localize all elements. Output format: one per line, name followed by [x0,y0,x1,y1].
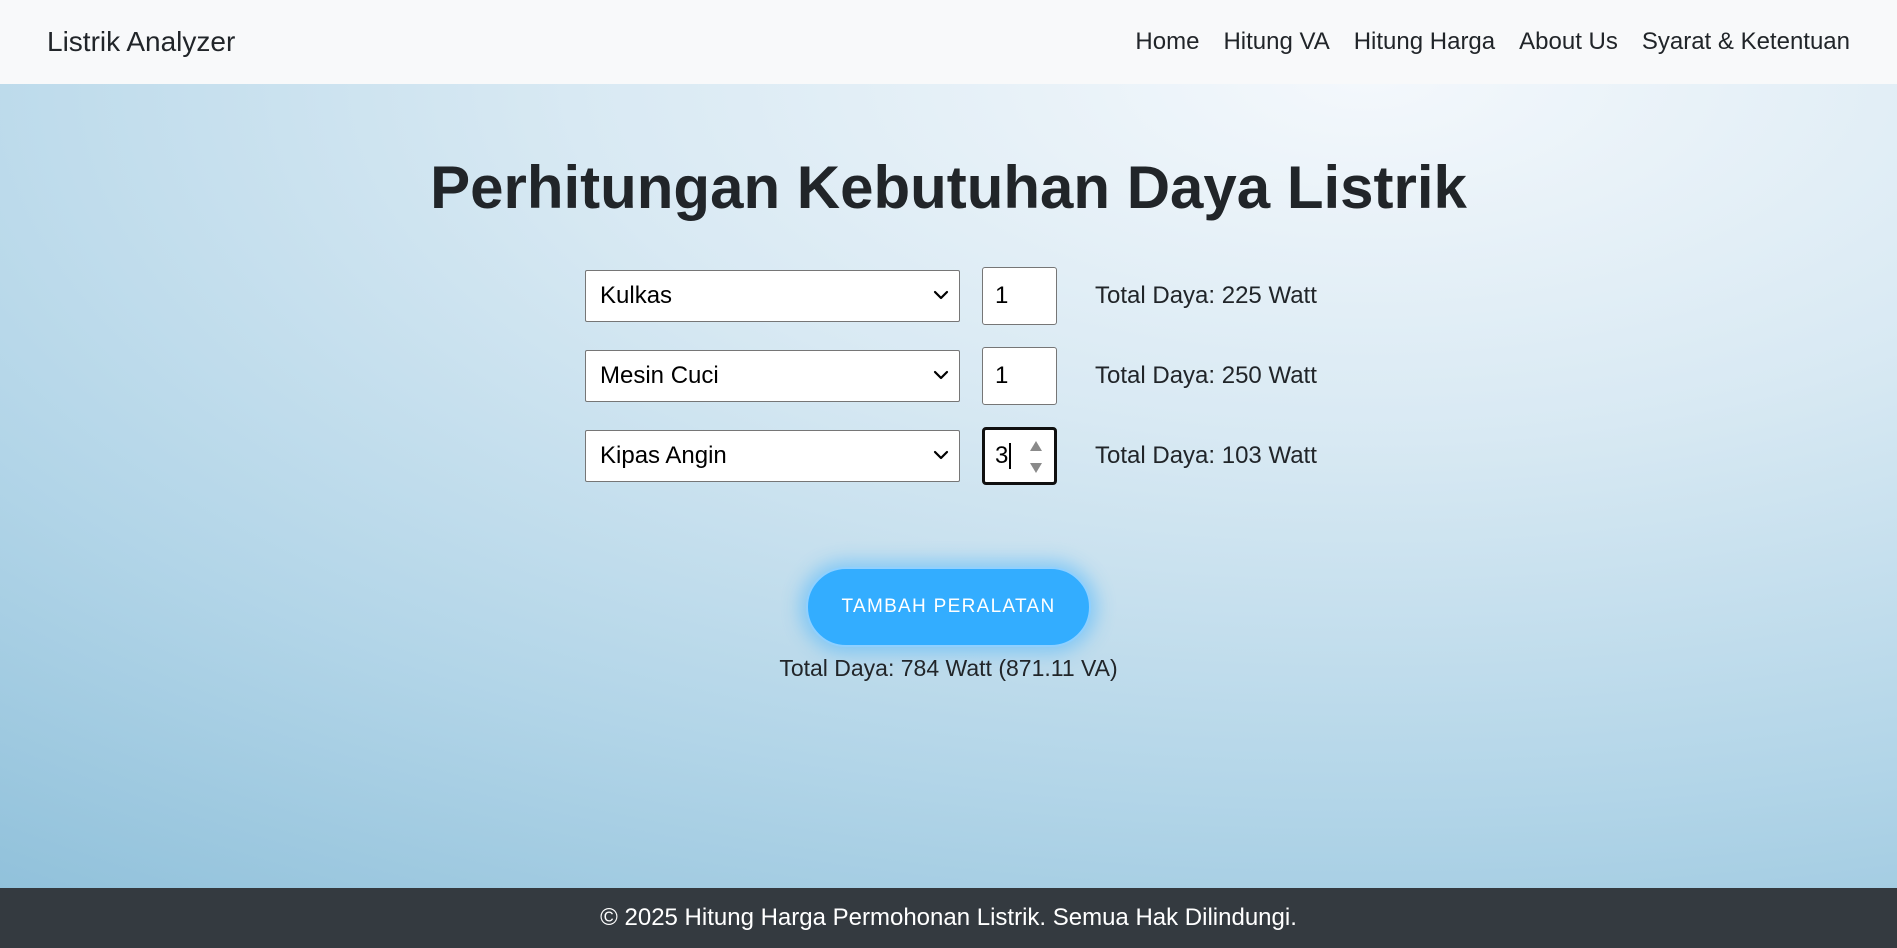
add-appliance-button[interactable]: TAMBAH PERALATAN [806,567,1091,647]
brand-logo[interactable]: Listrik Analyzer [47,26,235,58]
quantity-value: 3 [995,442,1009,469]
grand-total-power: Total Daya: 784 Watt (871.11 VA) [779,655,1118,681]
text-caret [1009,443,1012,469]
appliance-row: Mesin Cuci 1 Total Daya: 250 Watt [585,347,1385,405]
nav-syarat-ketentuan[interactable]: Syarat & Ketentuan [1630,28,1850,56]
spinner-up-icon[interactable] [1029,440,1043,452]
spinner-down-icon[interactable] [1029,462,1043,474]
quantity-value: 1 [995,362,1009,389]
nav-about-us[interactable]: About Us [1507,28,1630,56]
appliance-select[interactable]: Kulkas [585,270,960,322]
appliance-select-value: Kipas Angin [600,442,727,469]
appliance-row: Kulkas 1 Total Daya: 225 Watt [585,267,1385,325]
nav-hitung-harga[interactable]: Hitung Harga [1342,28,1507,56]
chevron-down-icon [933,450,949,460]
row-total-power: Total Daya: 250 Watt [1095,362,1317,389]
nav-links: Home Hitung VA Hitung Harga About Us Sya… [1123,28,1850,56]
footer-copyright: © 2025 Hitung Harga Permohonan Listrik. … [600,904,1297,931]
navbar: Listrik Analyzer Home Hitung VA Hitung H… [0,0,1897,84]
appliance-row: Kipas Angin 3 Total Daya: 103 Watt [585,427,1385,485]
footer: © 2025 Hitung Harga Permohonan Listrik. … [0,888,1897,948]
appliance-select-value: Kulkas [600,282,673,309]
quantity-input[interactable]: 1 [982,267,1057,325]
appliance-select[interactable]: Kipas Angin [585,430,960,482]
row-total-power: Total Daya: 225 Watt [1095,282,1317,309]
nav-hitung-va[interactable]: Hitung VA [1211,28,1341,56]
quantity-value: 1 [995,282,1009,309]
spinner-arrows-icon[interactable] [1028,440,1044,474]
appliance-select-value: Mesin Cuci [600,362,719,389]
quantity-input[interactable]: 3 [982,427,1057,485]
quantity-input[interactable]: 1 [982,347,1057,405]
page-title: Perhitungan Kebutuhan Daya Listrik [430,154,1467,221]
nav-home[interactable]: Home [1123,28,1211,56]
row-total-power: Total Daya: 103 Watt [1095,442,1317,469]
chevron-down-icon [933,290,949,300]
appliance-select[interactable]: Mesin Cuci [585,350,960,402]
chevron-down-icon [933,370,949,380]
